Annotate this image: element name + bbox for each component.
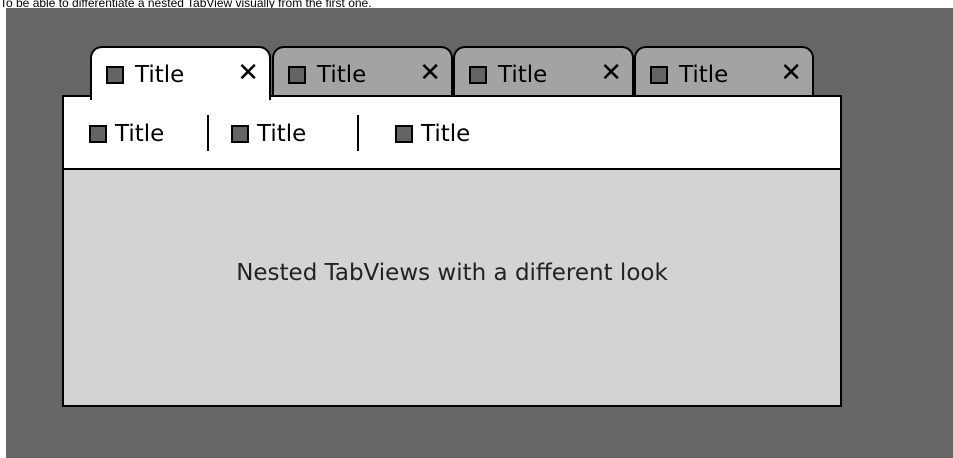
outer-tab-2[interactable]: Title ✕ <box>272 46 453 96</box>
outer-tab-4[interactable]: Title ✕ <box>634 46 814 96</box>
nested-tab-label: Title <box>115 121 165 147</box>
tab-separator <box>207 115 209 151</box>
outer-tab-1[interactable]: Title ✕ <box>90 46 271 100</box>
nested-tab-2[interactable]: Title <box>231 97 331 168</box>
outer-tab-label: Title <box>135 62 185 88</box>
nested-tab-1[interactable]: Title <box>89 97 189 168</box>
nested-tab-3[interactable]: Title <box>395 97 495 168</box>
outer-tab-label: Title <box>679 62 729 88</box>
nested-tab-label: Title <box>421 121 471 147</box>
close-icon[interactable]: ✕ <box>237 58 259 88</box>
tab-separator <box>357 115 359 151</box>
tab-square-icon <box>106 66 124 84</box>
tab-square-icon <box>469 66 487 84</box>
tab-square-icon <box>395 125 413 143</box>
outer-tab-label: Title <box>317 62 367 88</box>
nested-tab-label: Title <box>257 121 307 147</box>
tab-square-icon <box>89 125 107 143</box>
outer-tab-label: Title <box>498 62 548 88</box>
close-icon[interactable]: ✕ <box>780 58 802 88</box>
tabview-canvas: Title ✕ Title ✕ Title ✕ Title ✕ Title Ti… <box>6 8 953 458</box>
content-text: Nested TabViews with a different look <box>236 260 668 286</box>
outer-tab-3[interactable]: Title ✕ <box>453 46 634 96</box>
tab-square-icon <box>231 125 249 143</box>
close-icon[interactable]: ✕ <box>419 58 441 88</box>
outer-tab-panel: Title Title Title Nested TabViews with a… <box>62 95 842 407</box>
tab-square-icon <box>288 66 306 84</box>
close-icon[interactable]: ✕ <box>600 58 622 88</box>
nested-tabview-bar: Title Title Title <box>64 97 840 170</box>
tab-square-icon <box>650 66 668 84</box>
